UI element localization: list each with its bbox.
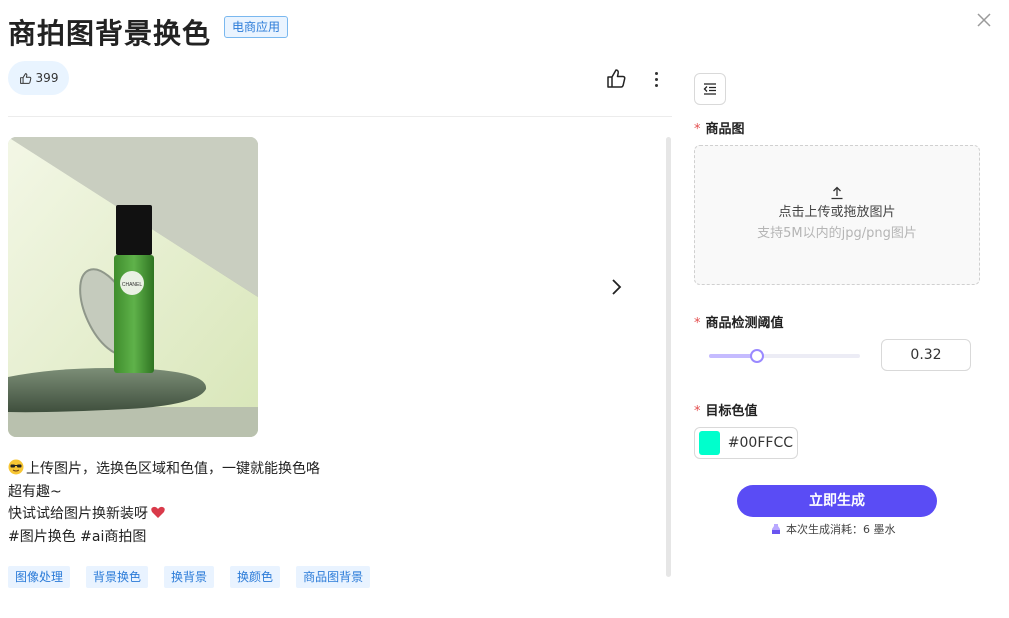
chevron-right-icon[interactable] xyxy=(606,276,626,298)
description-line: 快试试给图片换新装呀 xyxy=(8,506,148,522)
tag-list: 图像处理 背景换色 换背景 换颜色 商品图背景 xyxy=(8,566,371,588)
thumbs-up-icon xyxy=(19,72,31,84)
tag[interactable]: 图像处理 xyxy=(8,566,71,588)
required-mark: * xyxy=(694,316,701,331)
divider xyxy=(8,116,672,117)
product-image-label: * 商品图 xyxy=(694,118,745,137)
upload-text: 点击上传或拖放图片 xyxy=(778,204,896,220)
description: 上传图片，选换色区域和色值，一键就能换色咯 超有趣~ 快试试给图片换新装呀 #图… xyxy=(8,458,320,548)
label-text: 目标色值 xyxy=(705,404,758,419)
upload-icon xyxy=(831,186,843,199)
description-line: 上传图片，选换色区域和色值，一键就能换色咯 xyxy=(26,461,320,477)
description-line: #图片换色 #ai商拍图 xyxy=(8,528,147,545)
color-value: #00FFCC xyxy=(727,435,793,451)
label-text: 商品检测阈值 xyxy=(705,316,784,331)
cost-text: 本次生成消耗：6 墨水 xyxy=(786,523,896,536)
generate-button[interactable]: 立即生成 xyxy=(737,485,937,517)
threshold-slider[interactable] xyxy=(709,349,860,363)
ink-bottle-icon xyxy=(772,524,780,534)
label-text: 商品图 xyxy=(705,122,745,137)
scrollbar[interactable] xyxy=(666,137,671,577)
required-mark: * xyxy=(694,122,701,137)
thumbs-up-icon[interactable] xyxy=(605,68,627,90)
tag[interactable]: 换颜色 xyxy=(230,566,281,588)
tag[interactable]: 背景换色 xyxy=(86,566,149,588)
threshold-label: * 商品检测阈值 xyxy=(694,312,784,331)
category-badge: 电商应用 xyxy=(224,16,289,38)
threshold-input[interactable]: 0.32 xyxy=(881,339,971,371)
bottle-label: CHANEL xyxy=(122,282,143,288)
upload-hint: 支持5M以内的jpg/png图片 xyxy=(757,225,917,241)
like-button[interactable]: 399 xyxy=(8,61,69,95)
tag[interactable]: 商品图背景 xyxy=(296,566,371,588)
close-icon[interactable] xyxy=(974,10,994,30)
slider-thumb[interactable] xyxy=(750,349,765,363)
like-count: 399 xyxy=(35,71,59,85)
more-vertical-icon[interactable] xyxy=(648,68,664,90)
product-image: CHANEL xyxy=(8,137,258,437)
image-upload-area[interactable]: 点击上传或拖放图片 支持5M以内的jpg/png图片 xyxy=(694,145,980,285)
tag[interactable]: 换背景 xyxy=(164,566,215,588)
color-picker[interactable]: #00FFCC xyxy=(694,427,798,459)
required-mark: * xyxy=(694,404,701,419)
heart-emoji-icon xyxy=(151,506,165,518)
color-swatch[interactable] xyxy=(699,431,720,455)
sunglasses-emoji-icon xyxy=(8,459,24,475)
target-color-label: * 目标色值 xyxy=(694,400,758,419)
description-line: 超有趣~ xyxy=(8,483,62,500)
page-title: 商拍图背景换色 xyxy=(8,17,212,50)
collapse-panel-icon[interactable] xyxy=(694,73,726,105)
cost-info: 本次生成消耗：6 墨水 xyxy=(770,521,896,537)
